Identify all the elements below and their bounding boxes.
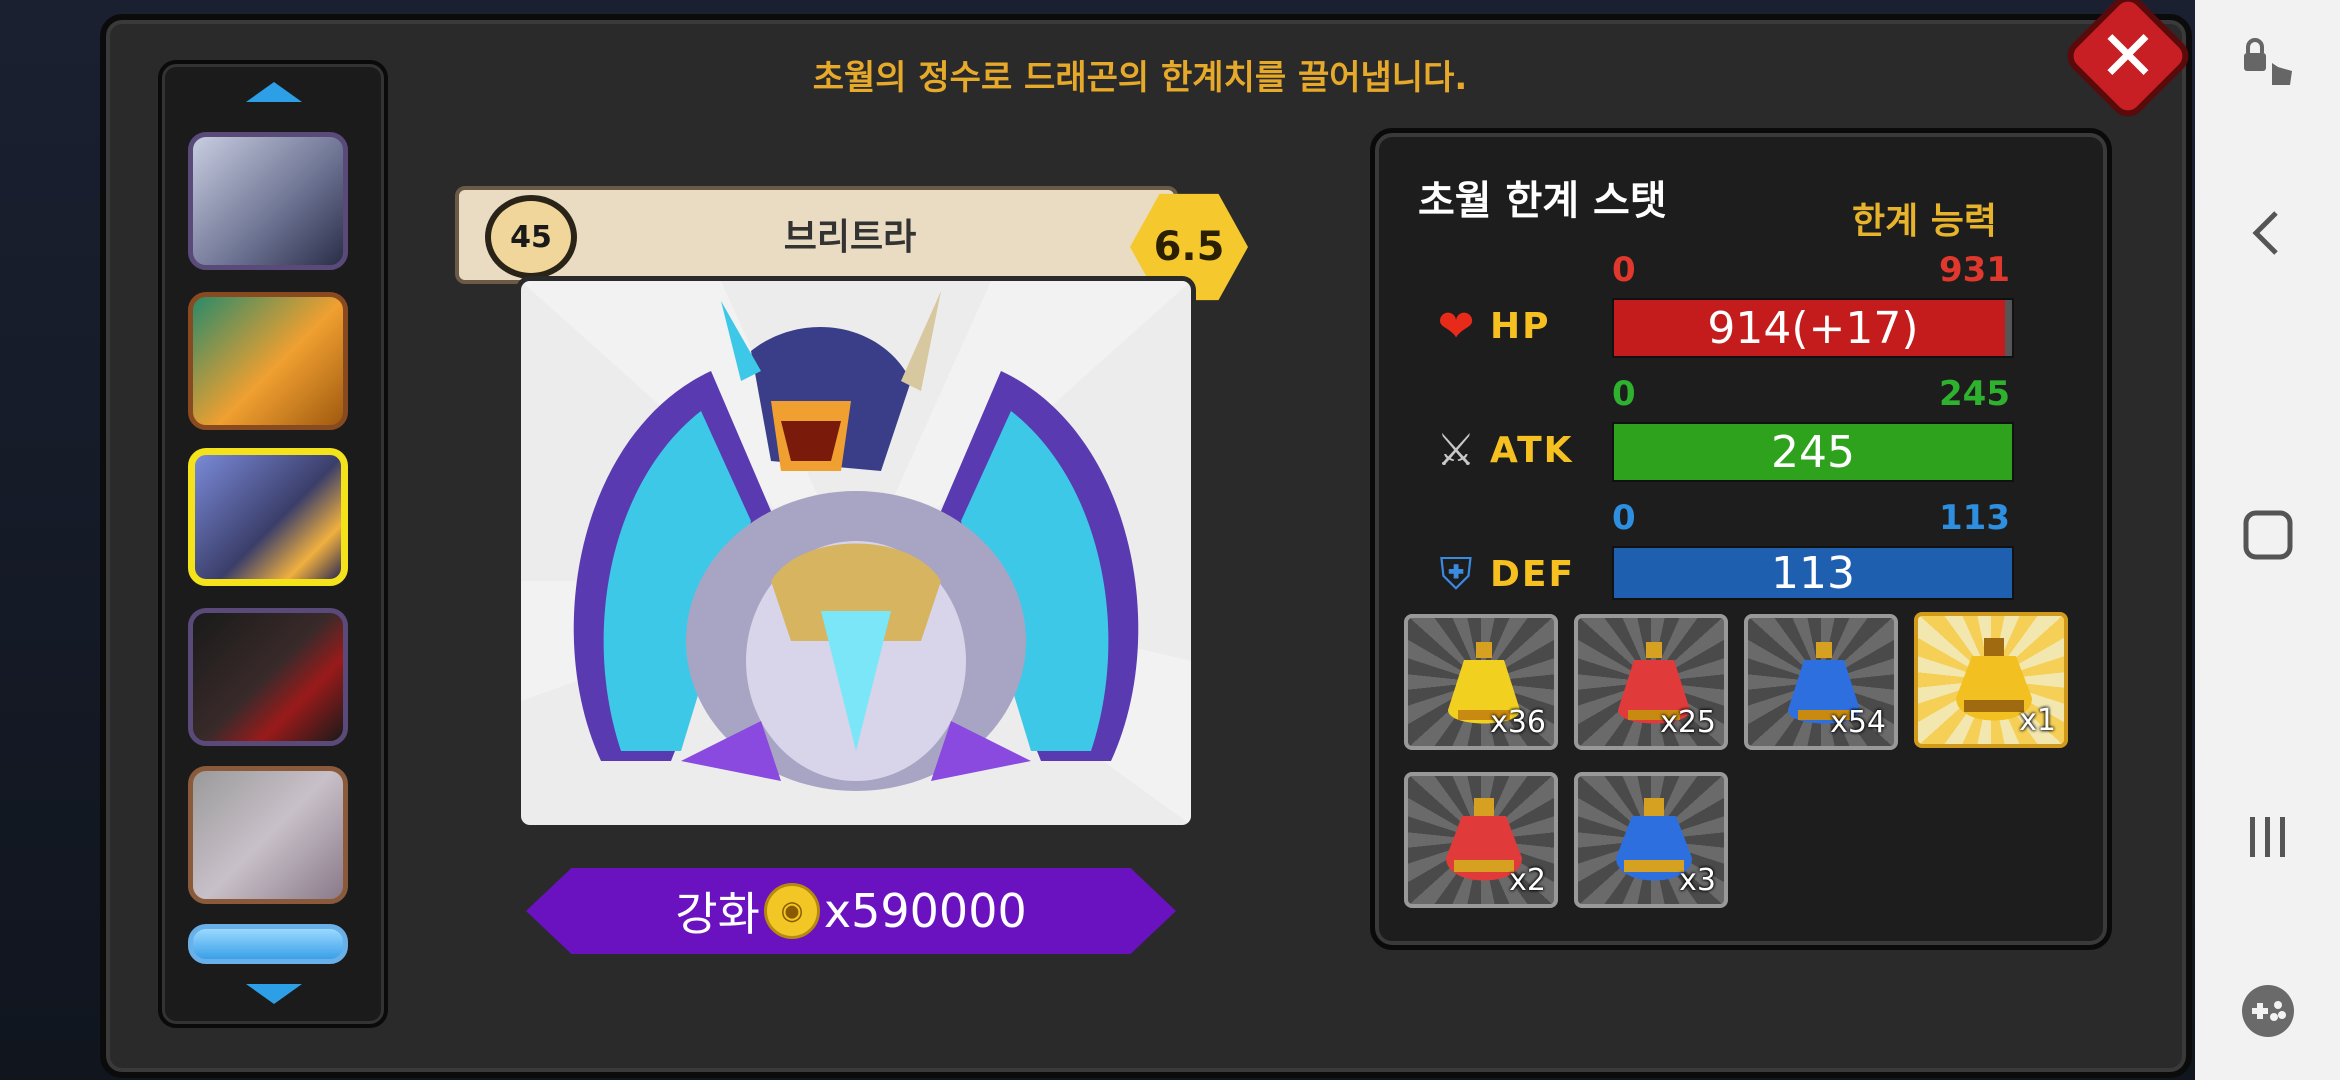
scroll-up-icon[interactable] (246, 82, 302, 102)
atk-bar: 245 (1612, 422, 2014, 482)
close-icon: ✕ (2098, 15, 2158, 97)
limit-ability-label: 한계 능력 (1852, 201, 1998, 242)
item-count: x54 (1830, 705, 1886, 740)
hp-bar: 914(+17) (1612, 298, 2014, 358)
essence-item-3[interactable]: x54 (1744, 614, 1898, 750)
upgrade-label: 강화 (675, 887, 760, 941)
essence-item-4[interactable]: x1 (1914, 612, 2068, 748)
touch-lock-icon[interactable] (2235, 34, 2301, 100)
system-nav-bar (2195, 0, 2340, 1080)
recents-icon[interactable] (2235, 804, 2301, 870)
dragon-thumb-6[interactable] (188, 924, 348, 964)
game-screen: 초월의 정수로 드래곤의 한계치를 끌어냅니다. ✕ 45 브리트라 6.5 강… (0, 0, 2196, 1080)
essence-item-6[interactable]: x3 (1574, 772, 1728, 908)
item-count: x25 (1660, 705, 1716, 740)
essence-item-2[interactable]: x25 (1574, 614, 1728, 750)
crossed-swords-icon: ⚔ (1436, 424, 1476, 476)
hp-max: 931 (1939, 250, 2010, 290)
gold-coin-icon: ◉ (763, 883, 820, 939)
dragon-level-badge: 45 (485, 195, 577, 279)
dragon-thumb-2[interactable] (188, 292, 348, 430)
def-bar: 113 (1612, 546, 2014, 600)
item-count: x3 (1679, 863, 1716, 898)
dragon-name: 브리트라 (783, 217, 917, 258)
dialog-title: 초월의 정수로 드래곤의 한계치를 끌어냅니다. (812, 58, 1468, 98)
scroll-down-icon[interactable] (246, 984, 302, 1004)
def-max: 113 (1939, 498, 2010, 538)
atk-value: 245 (1771, 426, 1855, 478)
hp-min: 0 (1612, 250, 1636, 290)
home-icon[interactable] (2235, 502, 2301, 568)
atk-label: ATK (1490, 430, 1574, 471)
shield-icon: ⛨ (1439, 548, 1473, 600)
def-value: 113 (1771, 547, 1855, 599)
game-tools-icon[interactable] (2235, 978, 2301, 1044)
dragon-thumb-4[interactable] (188, 608, 348, 746)
dragon-thumb-5[interactable] (188, 766, 348, 904)
back-icon[interactable] (2235, 200, 2301, 266)
hp-label: HP (1490, 306, 1551, 347)
essence-item-5[interactable]: x2 (1404, 772, 1558, 908)
item-count: x1 (2019, 703, 2056, 738)
heart-icon: ❤ (1437, 300, 1475, 352)
dragon-portrait (516, 276, 1196, 830)
stats-title: 초월 한계 스탯 (1418, 178, 1667, 224)
upgrade-button[interactable]: 강화 ◉ x590000 (526, 868, 1176, 954)
atk-max: 245 (1939, 374, 2010, 414)
item-count: x36 (1490, 705, 1546, 740)
essence-item-1[interactable]: x36 (1404, 614, 1558, 750)
item-count: x2 (1509, 863, 1546, 898)
dragon-illustration (521, 281, 1191, 825)
dragon-thumb-selected[interactable] (188, 448, 348, 586)
upgrade-cost: x590000 (823, 884, 1027, 938)
def-label: DEF (1490, 554, 1576, 595)
atk-min: 0 (1612, 374, 1636, 414)
hp-value: 914(+17) (1707, 302, 1919, 354)
dragon-thumb-1[interactable] (188, 132, 348, 270)
def-min: 0 (1612, 498, 1636, 538)
dragon-list[interactable] (158, 60, 388, 1028)
